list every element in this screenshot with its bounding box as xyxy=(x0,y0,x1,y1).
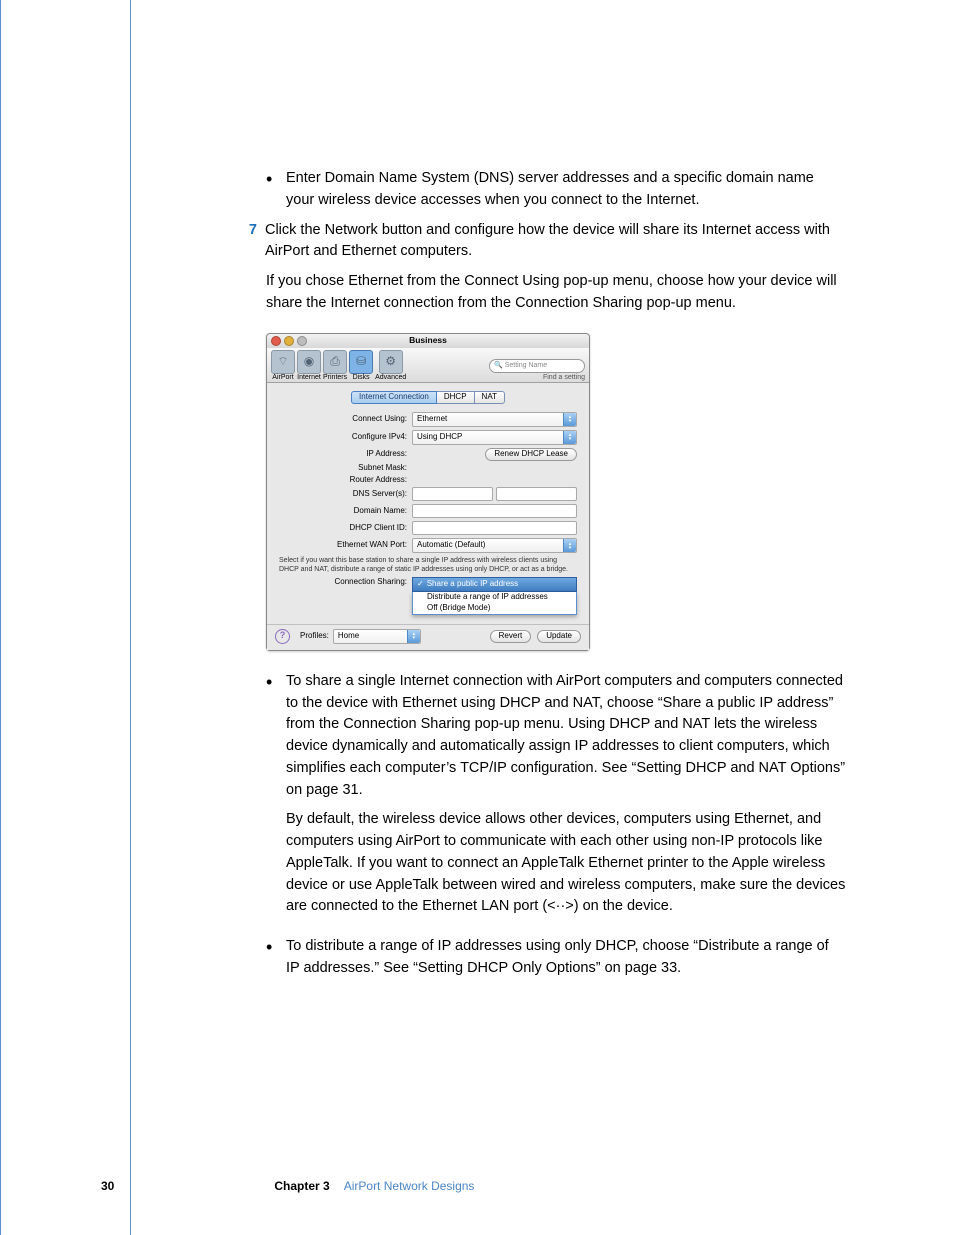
label-configure-ipv4: Configure IPv4: xyxy=(279,433,412,442)
gear-icon: ⚙ xyxy=(379,350,403,374)
label-router-address: Router Address: xyxy=(279,476,412,485)
page-footer: 30 Chapter 3 AirPort Network Designs xyxy=(101,1177,474,1195)
bullet-text: Enter Domain Name System (DNS) server ad… xyxy=(286,168,846,212)
bullet-dns: • Enter Domain Name System (DNS) server … xyxy=(266,168,846,212)
step-7: 7 Click the Network button and configure… xyxy=(266,220,846,264)
select-connect-using[interactable]: Ethernet▴▾ xyxy=(412,412,577,427)
label-ethernet-wan-port: Ethernet WAN Port: xyxy=(279,541,412,550)
bullet-text: To share a single Internet connection wi… xyxy=(286,673,845,798)
chapter-title: AirPort Network Designs xyxy=(344,1177,475,1195)
step-number: 7 xyxy=(242,220,265,264)
tab-nat[interactable]: NAT xyxy=(474,391,505,404)
toolbar-item-internet[interactable]: ◉Internet xyxy=(297,350,321,382)
help-icon[interactable]: ? xyxy=(275,629,290,644)
lan-port-icon: <··> xyxy=(547,898,574,914)
dropdown-option[interactable]: Off (Bridge Mode) xyxy=(413,603,576,614)
toolbar-item-disks[interactable]: ⛁Disks xyxy=(349,350,373,382)
chevron-updown-icon: ▴▾ xyxy=(563,539,576,552)
label-dns-servers: DNS Server(s): xyxy=(279,490,412,499)
tab-internet-connection[interactable]: Internet Connection xyxy=(351,391,437,404)
profiles-select[interactable]: Home▴▾ xyxy=(333,629,421,644)
window-title: Business xyxy=(267,336,589,345)
tabs: Internet Connection DHCP NAT xyxy=(279,391,577,404)
label-dhcp-client-id: DHCP Client ID: xyxy=(279,524,412,533)
tab-dhcp[interactable]: DHCP xyxy=(436,391,475,404)
toolbar-item-printers[interactable]: ⎙Printers xyxy=(323,350,347,382)
para-ethernet: If you chose Ethernet from the Connect U… xyxy=(266,271,846,315)
search-hint: Find a setting xyxy=(543,374,585,382)
domain-name-input[interactable] xyxy=(412,504,577,518)
toolbar-item-advanced[interactable]: ⚙Advanced xyxy=(375,350,406,382)
toolbar-item-airport[interactable]: ⌔AirPort xyxy=(271,350,295,382)
help-text: Select if you want this base station to … xyxy=(279,557,577,574)
select-configure-ipv4[interactable]: Using DHCP▴▾ xyxy=(412,430,577,445)
page-number: 30 xyxy=(101,1177,114,1195)
para-default: By default, the wireless device allows o… xyxy=(286,809,846,918)
internet-icon: ◉ xyxy=(297,350,321,374)
label-connection-sharing: Connection Sharing: xyxy=(279,577,412,587)
airport-utility-screenshot: Business ⌔AirPort ◉Internet ⎙Printers ⛁D… xyxy=(266,333,590,651)
label-connect-using: Connect Using: xyxy=(279,415,412,424)
bullet-dot: • xyxy=(266,936,286,980)
toolbar: ⌔AirPort ◉Internet ⎙Printers ⛁Disks ⚙Adv… xyxy=(267,348,589,384)
label-domain-name: Domain Name: xyxy=(279,507,412,516)
update-button[interactable]: Update xyxy=(537,630,581,643)
disks-icon: ⛁ xyxy=(349,350,373,374)
bullet-distribute: • To distribute a range of IP addresses … xyxy=(266,936,846,980)
toolbar-search: Setting Name Find a setting xyxy=(489,359,585,382)
window-footer: ? Profiles: Home▴▾ Revert Update xyxy=(267,624,589,650)
bullet-dot: • xyxy=(266,168,286,212)
airport-icon: ⌔ xyxy=(271,350,295,374)
printers-icon: ⎙ xyxy=(323,350,347,374)
window-titlebar: Business xyxy=(267,334,589,348)
revert-button[interactable]: Revert xyxy=(490,630,532,643)
chevron-updown-icon: ▴▾ xyxy=(563,413,576,426)
dropdown-option[interactable]: Distribute a range of IP addresses xyxy=(413,592,576,603)
connection-sharing-dropdown[interactable]: Share a public IP address Distribute a r… xyxy=(412,577,577,615)
dns-server-1-input[interactable] xyxy=(412,487,493,501)
chapter-label: Chapter 3 xyxy=(274,1177,329,1195)
chevron-updown-icon: ▴▾ xyxy=(563,431,576,444)
bullet-text: To distribute a range of IP addresses us… xyxy=(286,936,846,980)
bullet-dot: • xyxy=(266,671,286,926)
step-text: Click the Network button and configure h… xyxy=(265,220,846,264)
dropdown-list: Distribute a range of IP addresses Off (… xyxy=(412,592,577,615)
dropdown-selected[interactable]: Share a public IP address xyxy=(412,577,577,592)
chevron-updown-icon: ▴▾ xyxy=(407,630,420,643)
label-subnet-mask: Subnet Mask: xyxy=(279,464,412,473)
renew-dhcp-button[interactable]: Renew DHCP Lease xyxy=(485,448,577,461)
bullet-share-single: • To share a single Internet connection … xyxy=(266,671,846,926)
search-input[interactable]: Setting Name xyxy=(489,359,585,373)
dhcp-client-id-input[interactable] xyxy=(412,521,577,535)
label-ip-address: IP Address: xyxy=(279,450,412,459)
select-ethernet-wan-port[interactable]: Automatic (Default)▴▾ xyxy=(412,538,577,553)
profiles-label: Profiles: xyxy=(300,632,329,641)
dns-server-2-input[interactable] xyxy=(496,487,577,501)
